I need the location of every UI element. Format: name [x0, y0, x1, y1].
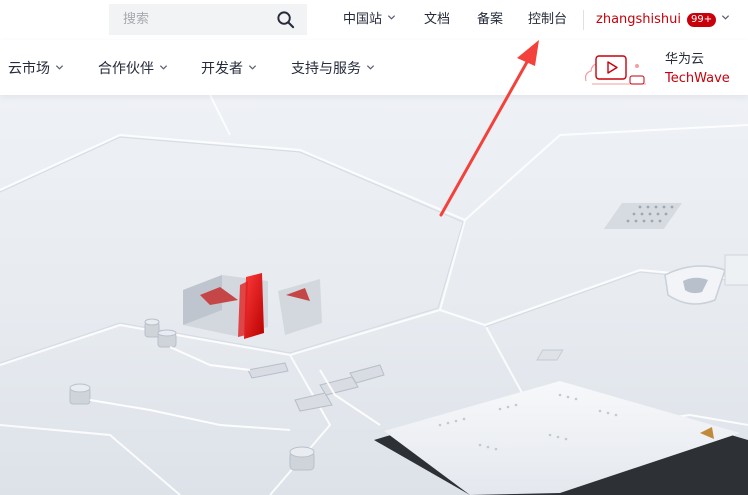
- top-bar: 中国站 文档 备案 控制台 zhangshishui 99+: [0, 0, 748, 40]
- chevron-down-icon: [55, 65, 64, 70]
- notification-badge: 99+: [687, 13, 717, 27]
- chevron-down-icon: [387, 15, 396, 20]
- chevron-down-icon: [366, 65, 375, 70]
- search-input[interactable]: [109, 4, 283, 35]
- video-play-icon: [584, 55, 646, 85]
- user-menu[interactable]: zhangshishui 99+: [596, 11, 730, 29]
- search-icon[interactable]: [276, 10, 295, 29]
- filing-link[interactable]: 备案: [477, 11, 503, 29]
- nav-item-support[interactable]: 支持与服务: [291, 60, 375, 78]
- topbar-divider: [583, 10, 584, 30]
- nav-item-label: 云市场: [8, 61, 50, 77]
- region-selector[interactable]: 中国站: [343, 11, 396, 29]
- hero-banner[interactable]: [0, 95, 748, 495]
- console-link[interactable]: 控制台: [528, 11, 567, 29]
- region-label: 中国站: [343, 12, 383, 27]
- main-nav: 云市场 合作伙伴 开发者 支持与服务 华为云 TechWave: [0, 40, 748, 95]
- nav-item-label: 合作伙伴: [98, 61, 154, 77]
- docs-link[interactable]: 文档: [424, 11, 450, 29]
- promo-title: 华为云: [665, 52, 705, 67]
- nav-item-label: 支持与服务: [291, 61, 361, 77]
- chevron-down-icon: [248, 65, 257, 70]
- search-box: [109, 4, 307, 35]
- nav-item-label: 开发者: [201, 61, 243, 77]
- nav-item-developers[interactable]: 开发者: [201, 60, 257, 78]
- nav-item-marketplace[interactable]: 云市场: [8, 60, 64, 78]
- techwave-promo[interactable]: 华为云 TechWave: [582, 49, 748, 91]
- chevron-down-icon: [722, 15, 730, 20]
- chevron-down-icon: [159, 65, 168, 70]
- promo-subtitle: TechWave: [665, 71, 730, 86]
- username: zhangshishui: [596, 12, 682, 27]
- nav-item-partners[interactable]: 合作伙伴: [98, 60, 168, 78]
- hero-illustration: [0, 95, 748, 495]
